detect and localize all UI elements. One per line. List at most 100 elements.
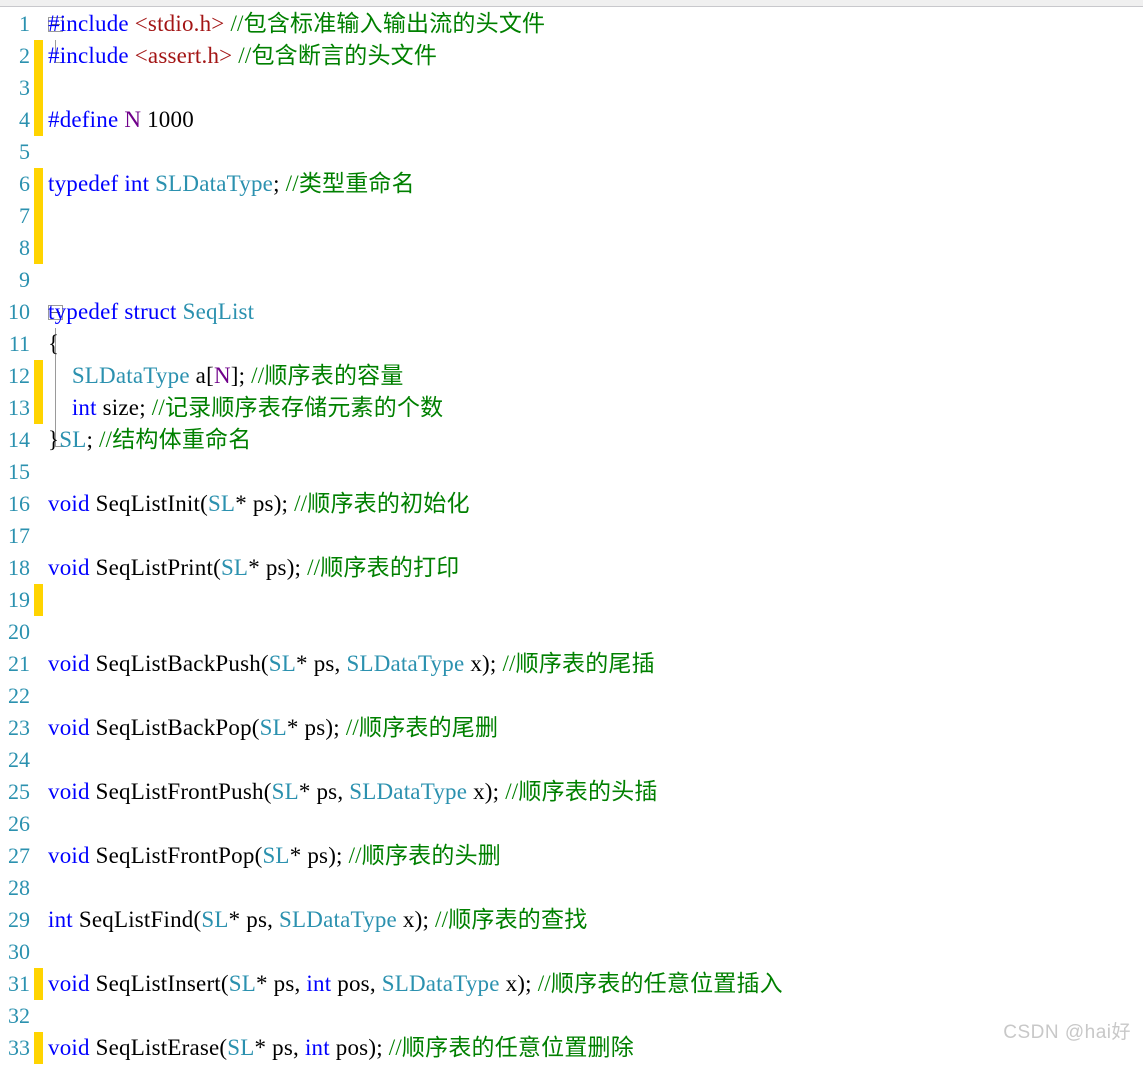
line-number: 1 xyxy=(19,11,30,36)
code-line[interactable]: 15 xyxy=(0,456,1143,488)
code-line[interactable]: 9 xyxy=(0,264,1143,296)
code-token-mac: N xyxy=(213,363,231,388)
code-token-kw: void xyxy=(48,779,90,804)
code-line[interactable]: 5 xyxy=(0,136,1143,168)
line-number: 17 xyxy=(8,523,30,548)
code-token-pln: SeqListErase( xyxy=(89,1035,228,1060)
code-line[interactable]: 10 typedef struct SeqList xyxy=(0,296,1143,328)
code-line-text: typedef int SLDataType; //类型重命名 xyxy=(48,168,415,200)
code-token-type: SL xyxy=(201,907,229,932)
code-line-text: SLDataType a[N]; //顺序表的容量 xyxy=(48,360,404,392)
code-token-pln: SeqListPrint( xyxy=(89,555,221,580)
code-token-pln: a[ xyxy=(189,363,214,388)
line-number: 7 xyxy=(19,203,30,228)
change-bar-marker xyxy=(34,72,43,104)
code-token-kw: typedef xyxy=(48,171,119,196)
code-line[interactable]: 4 #define N 1000 xyxy=(0,104,1143,136)
change-bar-marker xyxy=(34,360,43,392)
line-number: 16 xyxy=(8,491,30,516)
code-line[interactable]: 22 xyxy=(0,680,1143,712)
code-editor[interactable]: 1 #include <stdio.h> //包含标准输入输出流的头文件 2 #inc… xyxy=(0,8,1143,1065)
code-line[interactable]: 6 typedef int SLDataType; //类型重命名 xyxy=(0,168,1143,200)
code-token-cmt: //顺序表的任意位置删除 xyxy=(388,1035,634,1060)
code-token-type: SL xyxy=(268,651,297,676)
code-line[interactable]: 11 { xyxy=(0,328,1143,360)
change-bar-marker xyxy=(34,168,43,200)
code-line[interactable]: 8 xyxy=(0,232,1143,264)
code-token-kw: void xyxy=(48,651,90,676)
code-token-cmt: //顺序表的初始化 xyxy=(294,491,470,516)
code-line[interactable]: 20 xyxy=(0,616,1143,648)
code-token-type: SL xyxy=(59,427,87,452)
code-token-pln: } xyxy=(48,427,60,452)
change-bar-marker xyxy=(34,104,43,136)
code-token-cmt: //顺序表的尾删 xyxy=(345,715,499,740)
code-line[interactable]: 16 void SeqListInit(SL* ps); //顺序表的初始化 xyxy=(0,488,1143,520)
code-token-pln: SeqListInsert( xyxy=(89,971,229,996)
code-token-kw: int xyxy=(71,395,97,420)
code-line-text: void SeqListErase(SL* ps, int pos); //顺序… xyxy=(48,1032,634,1064)
code-line[interactable]: 30 xyxy=(0,936,1143,968)
code-token-pln: * ps); xyxy=(235,491,295,516)
code-token-kw: #include xyxy=(48,11,135,36)
code-token-cmt: //类型重命名 xyxy=(285,171,415,196)
code-token-kw: int xyxy=(306,971,332,996)
code-token-type: SLDataType xyxy=(155,171,274,196)
code-token-cmt: //包含标准输入输出流的头文件 xyxy=(230,11,546,36)
code-line[interactable]: 17 xyxy=(0,520,1143,552)
code-line[interactable]: 19 xyxy=(0,584,1143,616)
code-token-cmt: //包含断言的头文件 xyxy=(238,43,438,68)
code-token-cmt: //顺序表的头插 xyxy=(505,779,658,804)
code-line[interactable]: 2 #include <assert.h> //包含断言的头文件 xyxy=(0,40,1143,72)
code-token-pln: SeqListFrontPush( xyxy=(89,779,272,804)
code-line[interactable]: 25 void SeqListFrontPush(SL* ps, SLDataTy… xyxy=(0,776,1143,808)
code-token-cmt: //顺序表的任意位置插入 xyxy=(537,971,783,996)
code-line[interactable]: 23 void SeqListBackPop(SL* ps); //顺序表的尾删 xyxy=(0,712,1143,744)
code-line[interactable]: 24 xyxy=(0,744,1143,776)
line-number: 5 xyxy=(19,139,30,164)
change-bar-marker xyxy=(34,232,43,264)
code-token-cmt: //顺序表的打印 xyxy=(307,555,460,580)
code-token-type: SL xyxy=(259,715,287,740)
line-number: 24 xyxy=(8,747,30,772)
code-line[interactable]: 26 xyxy=(0,808,1143,840)
code-line[interactable]: 33 void SeqListErase(SL* ps, int pos); //… xyxy=(0,1032,1143,1064)
code-token-type: SLDataType xyxy=(279,907,397,932)
code-token-type: SLDataType xyxy=(346,651,465,676)
code-token-pln: x); xyxy=(396,907,436,932)
line-number: 29 xyxy=(8,907,30,932)
code-line[interactable]: 21 void SeqListBackPush(SL* ps, SLDataTyp… xyxy=(0,648,1143,680)
code-token-pln: * ps, xyxy=(254,1035,305,1060)
line-number: 3 xyxy=(19,75,30,100)
code-token-kw: void xyxy=(48,971,90,996)
code-token-cmt: //顺序表的查找 xyxy=(435,907,588,932)
code-token-pln: * ps, xyxy=(296,651,347,676)
code-token-pln: * ps, xyxy=(228,907,280,932)
code-token-kw: int xyxy=(48,907,73,932)
code-line[interactable]: 7 xyxy=(0,200,1143,232)
code-line[interactable]: 27 void SeqListFrontPop(SL* ps); //顺序表的头删 xyxy=(0,840,1143,872)
code-line[interactable]: 18 void SeqListPrint(SL* ps); //顺序表的打印 xyxy=(0,552,1143,584)
code-token-type: SL xyxy=(220,555,249,580)
line-number: 11 xyxy=(8,331,30,356)
code-line-text: void SeqListPrint(SL* ps); //顺序表的打印 xyxy=(48,552,459,584)
code-token-str: <stdio.h> xyxy=(134,11,225,36)
code-line[interactable]: 32 xyxy=(0,1000,1143,1032)
code-line[interactable]: 13 int size; //记录顺序表存储元素的个数 xyxy=(0,392,1143,424)
code-line[interactable]: 29 int SeqListFind(SL* ps, SLDataType x);… xyxy=(0,904,1143,936)
line-number: 30 xyxy=(8,939,30,964)
code-token-pln: ]; xyxy=(230,363,252,388)
code-line[interactable]: 14}SL; //结构体重命名 xyxy=(0,424,1143,456)
code-token-cmt: //记录顺序表存储元素的个数 xyxy=(151,395,444,420)
code-line[interactable]: 1 #include <stdio.h> //包含标准输入输出流的头文件 xyxy=(0,8,1143,40)
code-line[interactable]: 31 void SeqListInsert(SL* ps, int pos, SL… xyxy=(0,968,1143,1000)
code-line[interactable]: 12 SLDataType a[N]; //顺序表的容量 xyxy=(0,360,1143,392)
code-line[interactable]: 3 xyxy=(0,72,1143,104)
line-number: 13 xyxy=(8,395,30,420)
code-token-pln: * ps); xyxy=(289,843,349,868)
code-token-pln: SeqListInit( xyxy=(89,491,208,516)
code-token-kw: typedef xyxy=(48,299,119,324)
code-line[interactable]: 28 xyxy=(0,872,1143,904)
line-number: 26 xyxy=(8,811,30,836)
code-token-pln: SeqListBackPop( xyxy=(89,715,260,740)
